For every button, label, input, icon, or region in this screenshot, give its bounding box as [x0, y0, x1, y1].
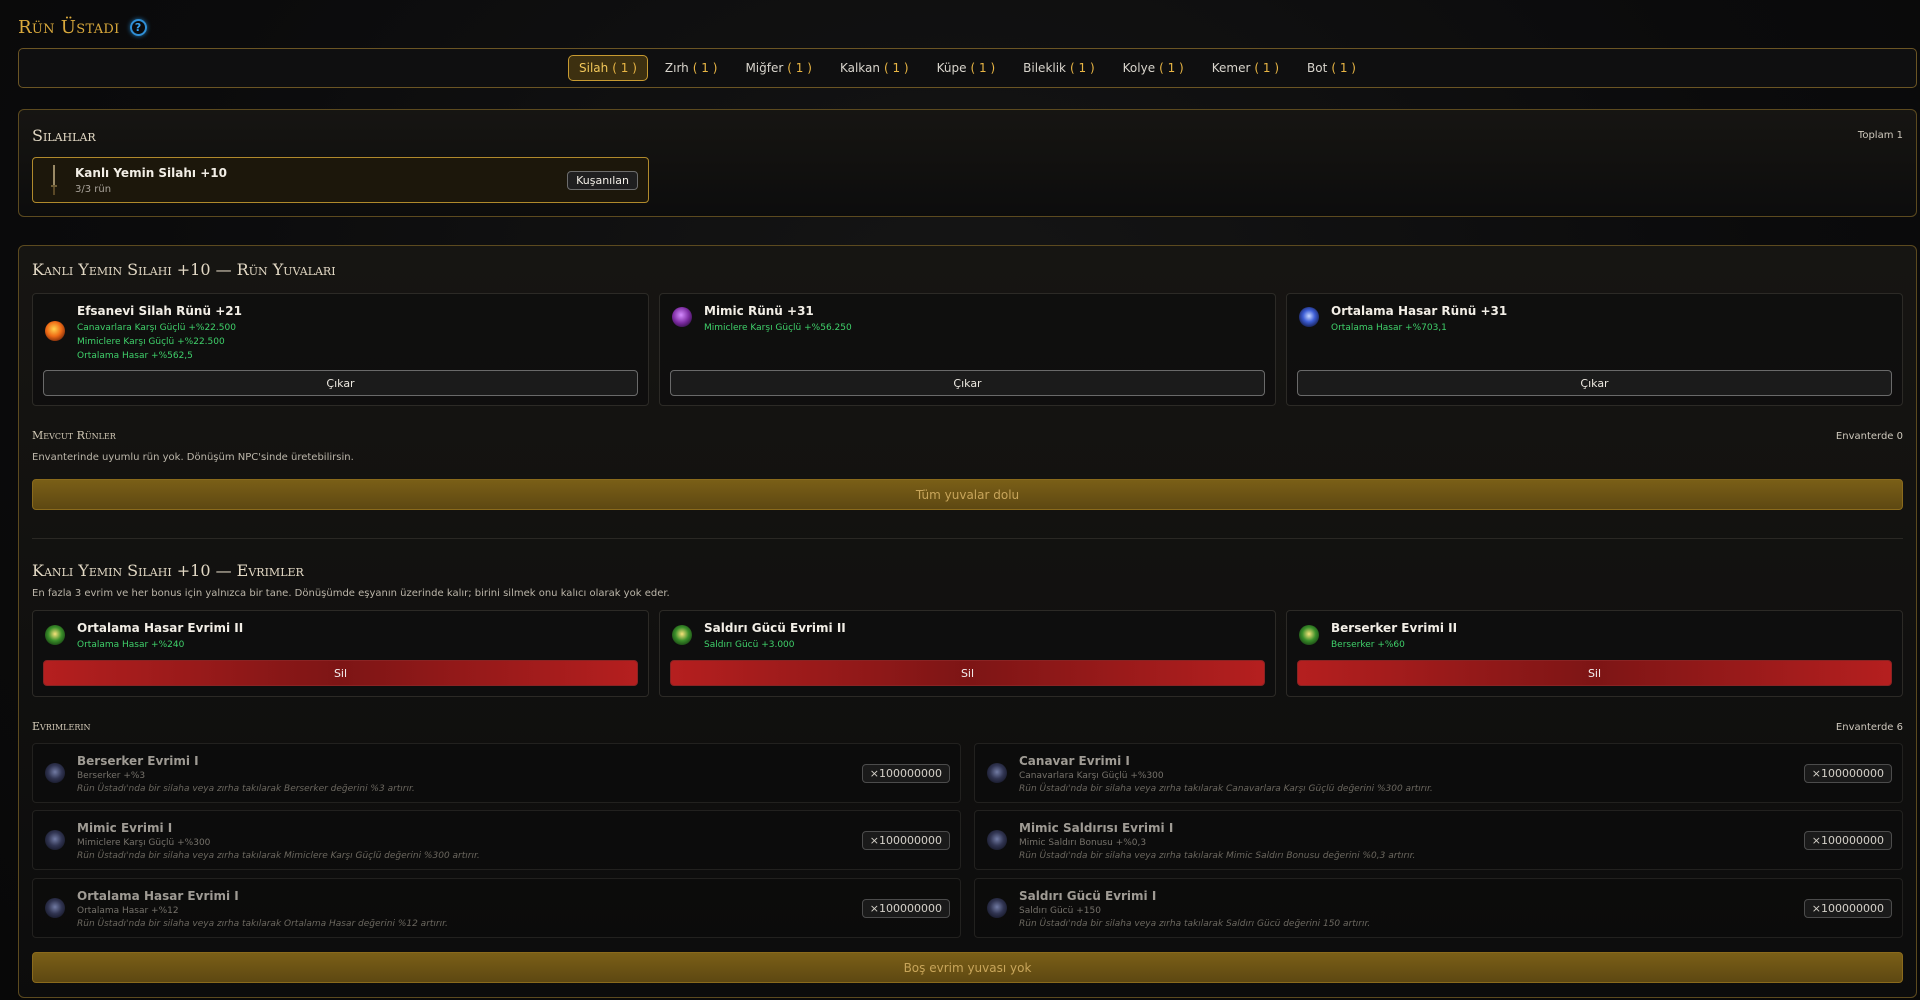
available-runes-count: Envanterde 0	[1835, 431, 1903, 442]
evolution-item[interactable]: Berserker Evrimi I Berserker +%3 Rün Üst…	[32, 743, 961, 803]
available-runes-title: Mevcut Rünler	[32, 429, 116, 442]
owned-evolutions-count: Envanterde 6	[1835, 722, 1903, 733]
rune-stats: Ortalama Hasar +%703,1	[1331, 323, 1447, 333]
weapons-title: Silahlar	[32, 126, 96, 145]
available-runes-empty: Envanterinde uyumlu rün yok. Dönüşüm NPC…	[32, 452, 354, 463]
question-icon[interactable]: ?	[129, 18, 147, 36]
rune-name: Ortalama Hasar Rünü +31	[1331, 304, 1508, 318]
quantity-badge: ×100000000	[861, 764, 950, 783]
weapons-panel: Silahlar Toplam 1 Kanlı Yemin Silahı +10…	[18, 109, 1917, 217]
rune-evolution-panel: Kanlı Yemin Silahı +10 — Rün Yuvaları Ef…	[18, 245, 1917, 998]
delete-evolution-button[interactable]: Sil	[670, 660, 1265, 686]
category-tabs: Silah( 1 ) Zırh( 1 ) Miğfer( 1 ) Kalkan(…	[18, 48, 1917, 88]
evolution-name: Saldırı Gücü Evrimi II	[704, 621, 846, 635]
evolution-item[interactable]: Saldırı Gücü Evrimi I Saldırı Gücü +150 …	[974, 878, 1903, 938]
evolution-emblem-icon	[45, 898, 65, 918]
sword-icon	[43, 163, 65, 197]
rune-slot-2: Mimic Rünü +31 Mimiclere Karşı Güçlü +%5…	[659, 293, 1276, 406]
header: Rün Üstadı ?	[18, 14, 147, 40]
evolution-name: Berserker Evrimi II	[1331, 621, 1458, 635]
evolution-item[interactable]: Ortalama Hasar Evrimi I Ortalama Hasar +…	[32, 878, 961, 938]
evolutions-title: Kanlı Yemin Silahı +10 — Evrimler	[32, 561, 304, 580]
delete-evolution-button[interactable]: Sil	[43, 660, 638, 686]
quantity-badge: ×100000000	[861, 831, 950, 850]
evolution-slot-3: Berserker Evrimi II Berserker +%60 Sil	[1286, 610, 1903, 697]
tab-migfer[interactable]: Miğfer( 1 )	[734, 55, 823, 81]
rune-slot-3: Ortalama Hasar Rünü +31 Ortalama Hasar +…	[1286, 293, 1903, 406]
tab-kupe[interactable]: Küpe( 1 )	[926, 55, 1007, 81]
orange-rune-icon	[45, 321, 65, 341]
rune-stats: Mimiclere Karşı Güçlü +%56.250	[704, 323, 852, 333]
evolutions-description: En fazla 3 evrim ve her bonus için yalnı…	[32, 588, 670, 599]
rune-stats: Canavarlara Karşı Güçlü +%22.500 Mimicle…	[77, 323, 236, 361]
remove-rune-button[interactable]: Çıkar	[670, 370, 1265, 396]
evolution-emblem-icon	[45, 830, 65, 850]
tab-silah[interactable]: Silah( 1 )	[568, 55, 648, 81]
delete-evolution-button[interactable]: Sil	[1297, 660, 1892, 686]
evolution-emblem-icon	[672, 625, 692, 645]
weapons-total: Toplam 1	[1857, 130, 1903, 141]
evolution-item[interactable]: Mimic Evrimi I Mimiclere Karşı Güçlü +%3…	[32, 810, 961, 870]
tab-kalkan[interactable]: Kalkan( 1 )	[829, 55, 920, 81]
slots-full-bar: Tüm yuvalar dolu	[32, 479, 1903, 510]
rune-name: Mimic Rünü +31	[704, 304, 814, 318]
evolution-emblem-icon	[987, 898, 1007, 918]
evolution-item[interactable]: Mimic Saldırısı Evrimi I Mimic Saldırı B…	[974, 810, 1903, 870]
evolution-stat: Berserker +%60	[1331, 640, 1405, 650]
quantity-badge: ×100000000	[861, 899, 950, 918]
evolution-stat: Ortalama Hasar +%240	[77, 640, 185, 650]
evolution-emblem-icon	[987, 763, 1007, 783]
remove-rune-button[interactable]: Çıkar	[43, 370, 638, 396]
tab-zirh[interactable]: Zırh( 1 )	[654, 55, 729, 81]
weapon-rune-count: 3/3 rün	[75, 183, 112, 195]
blue-rune-icon	[1299, 307, 1319, 327]
evolution-slot-1: Ortalama Hasar Evrimi II Ortalama Hasar …	[32, 610, 649, 697]
evolution-stat: Saldırı Gücü +3.000	[704, 640, 795, 650]
quantity-badge: ×100000000	[1803, 831, 1892, 850]
rune-slots-title: Kanlı Yemin Silahı +10 — Rün Yuvaları	[32, 260, 336, 279]
owned-evolutions-title: Evrimlerin	[32, 720, 91, 733]
purple-rune-icon	[672, 307, 692, 327]
evolution-emblem-icon	[987, 830, 1007, 850]
evolution-emblem-icon	[1299, 625, 1319, 645]
quantity-badge: ×100000000	[1803, 899, 1892, 918]
rune-slot-1: Efsanevi Silah Rünü +21 Canavarlara Karş…	[32, 293, 649, 406]
evolution-emblem-icon	[45, 763, 65, 783]
tab-bileklik[interactable]: Bileklik( 1 )	[1012, 55, 1106, 81]
evolution-slot-2: Saldırı Gücü Evrimi II Saldırı Gücü +3.0…	[659, 610, 1276, 697]
no-empty-evolution-slot-bar: Boş evrim yuvası yok	[32, 952, 1903, 983]
tab-bot[interactable]: Bot( 1 )	[1296, 55, 1367, 81]
tab-kemer[interactable]: Kemer( 1 )	[1201, 55, 1290, 81]
rune-name: Efsanevi Silah Rünü +21	[77, 304, 242, 318]
divider	[32, 538, 1903, 539]
remove-rune-button[interactable]: Çıkar	[1297, 370, 1892, 396]
weapon-card[interactable]: Kanlı Yemin Silahı +10 3/3 rün Kuşanılan	[32, 157, 649, 203]
tab-kolye[interactable]: Kolye( 1 )	[1112, 55, 1195, 81]
page-title: Rün Üstadı	[18, 16, 120, 38]
evolution-item[interactable]: Canavar Evrimi I Canavarlara Karşı Güçlü…	[974, 743, 1903, 803]
equipped-badge: Kuşanılan	[567, 170, 638, 190]
evolution-emblem-icon	[45, 625, 65, 645]
quantity-badge: ×100000000	[1803, 764, 1892, 783]
weapon-name: Kanlı Yemin Silahı +10	[75, 165, 227, 180]
evolution-name: Ortalama Hasar Evrimi II	[77, 621, 244, 635]
